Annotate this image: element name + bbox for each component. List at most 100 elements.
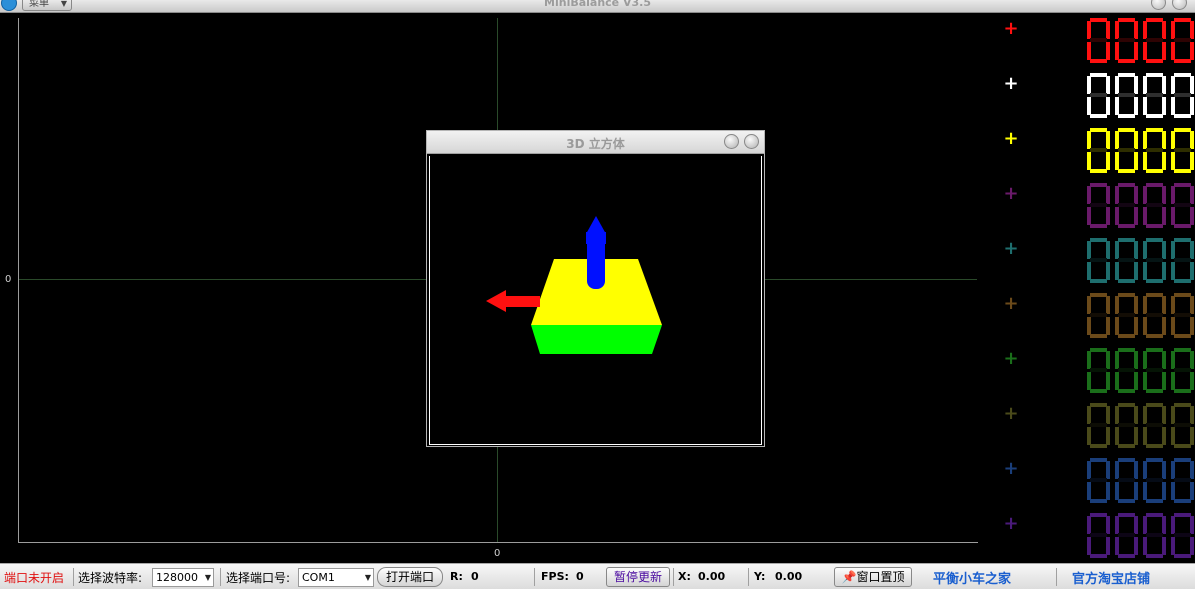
cube-3d-render — [486, 216, 662, 354]
digit-segment — [1146, 513, 1163, 517]
digit-segment — [1146, 368, 1163, 372]
dialog-title-bar[interactable]: 3D 立方体 — [427, 131, 764, 154]
digit-segment — [1171, 351, 1175, 369]
digit-segment — [1118, 203, 1135, 207]
digit-segment — [1174, 93, 1191, 97]
digit-segment — [1146, 533, 1163, 537]
digit-segment — [1090, 444, 1107, 448]
x-axis — [18, 542, 978, 543]
digit-segment — [1118, 478, 1135, 482]
digit-segment — [1106, 186, 1110, 204]
digit-segment — [1090, 279, 1107, 283]
seven-segment-digit — [1170, 128, 1195, 174]
digit-segment — [1090, 224, 1107, 228]
digit-segment — [1190, 317, 1194, 335]
digit-segment — [1118, 224, 1135, 228]
digit-segment — [1162, 516, 1166, 534]
digit-segment — [1090, 389, 1107, 393]
divider — [534, 568, 535, 586]
seven-segment-digit — [1114, 183, 1139, 229]
digit-segment — [1174, 499, 1191, 503]
digit-segment — [1143, 241, 1147, 259]
digit-segment — [1171, 372, 1175, 390]
digit-segment — [1171, 21, 1175, 39]
digit-segment — [1190, 21, 1194, 39]
digit-segment — [1115, 262, 1119, 280]
digit-segment — [1087, 262, 1091, 280]
pause-update-button[interactable]: 暂停更新 — [606, 567, 670, 587]
channel-8-toggle-icon[interactable]: + — [1003, 405, 1019, 423]
shop-link[interactable]: 官方淘宝店铺 — [1072, 568, 1150, 587]
digit-segment — [1106, 262, 1110, 280]
x-value: 0.00 — [698, 570, 726, 583]
channel-3-toggle-icon[interactable]: + — [1003, 130, 1019, 148]
digit-segment — [1118, 279, 1135, 283]
digit-segment — [1090, 73, 1107, 77]
digit-segment — [1115, 537, 1119, 555]
baud-select[interactable]: 128000 ▼ — [152, 568, 214, 587]
digit-segment — [1174, 444, 1191, 448]
open-port-button[interactable]: 打开端口 — [377, 567, 443, 587]
digit-segment — [1090, 458, 1107, 462]
channel-4-toggle-icon[interactable]: + — [1003, 185, 1019, 203]
seven-segment-digit — [1142, 513, 1167, 559]
dialog-title: 3D 立方体 — [566, 137, 625, 151]
digit-segment — [1115, 296, 1119, 314]
seven-segment-digit — [1086, 458, 1111, 504]
digit-segment — [1118, 444, 1135, 448]
digit-segment — [1162, 317, 1166, 335]
dialog-close-button[interactable] — [744, 134, 759, 149]
digit-segment — [1090, 423, 1107, 427]
digit-segment — [1190, 186, 1194, 204]
digit-segment — [1115, 241, 1119, 259]
channel-10-toggle-icon[interactable]: + — [1003, 515, 1019, 533]
cube-side-face — [531, 325, 662, 354]
digit-segment — [1174, 224, 1191, 228]
digit-segment — [1118, 18, 1135, 22]
digit-segment — [1174, 169, 1191, 173]
digit-segment — [1118, 128, 1135, 132]
seven-segment-digit — [1114, 238, 1139, 284]
digit-segment — [1146, 258, 1163, 262]
digit-segment — [1162, 42, 1166, 60]
digit-segment — [1118, 533, 1135, 537]
channel-1-toggle-icon[interactable]: + — [1003, 20, 1019, 38]
cube-3d-canvas[interactable] — [429, 156, 762, 445]
channel-2-toggle-icon[interactable]: + — [1003, 75, 1019, 93]
digit-segment — [1115, 351, 1119, 369]
digit-segment — [1134, 317, 1138, 335]
channel-6-toggle-icon[interactable]: + — [1003, 295, 1019, 313]
digit-segment — [1146, 348, 1163, 352]
channel-9-toggle-icon[interactable]: + — [1003, 460, 1019, 478]
digit-segment — [1087, 516, 1091, 534]
home-link[interactable]: 平衡小车之家 — [933, 568, 1011, 587]
divider — [673, 568, 674, 586]
digit-segment — [1118, 554, 1135, 558]
digit-segment — [1106, 406, 1110, 424]
digit-segment — [1146, 128, 1163, 132]
seven-segment-digit — [1170, 293, 1195, 339]
pin-window-button[interactable]: 📌窗口置顶 — [834, 567, 912, 587]
dialog-minimize-button[interactable] — [724, 134, 739, 149]
digit-segment — [1162, 461, 1166, 479]
channel-7-toggle-icon[interactable]: + — [1003, 350, 1019, 368]
x-axis-arrow-head — [486, 290, 506, 312]
digit-segment — [1190, 537, 1194, 555]
seven-segment-digit — [1142, 18, 1167, 64]
seven-segment-digit — [1170, 73, 1195, 119]
digit-segment — [1090, 513, 1107, 517]
digit-segment — [1090, 238, 1107, 242]
digit-segment — [1146, 423, 1163, 427]
port-select[interactable]: COM1 ▼ — [298, 568, 374, 587]
digit-segment — [1146, 59, 1163, 63]
digit-segment — [1134, 186, 1138, 204]
digit-segment — [1174, 73, 1191, 77]
digit-segment — [1174, 279, 1191, 283]
digit-segment — [1090, 258, 1107, 262]
seven-segment-digit — [1114, 348, 1139, 394]
digit-segment — [1087, 296, 1091, 314]
digit-segment — [1146, 93, 1163, 97]
seven-segment-digit — [1170, 458, 1195, 504]
digit-segment — [1115, 406, 1119, 424]
channel-5-toggle-icon[interactable]: + — [1003, 240, 1019, 258]
